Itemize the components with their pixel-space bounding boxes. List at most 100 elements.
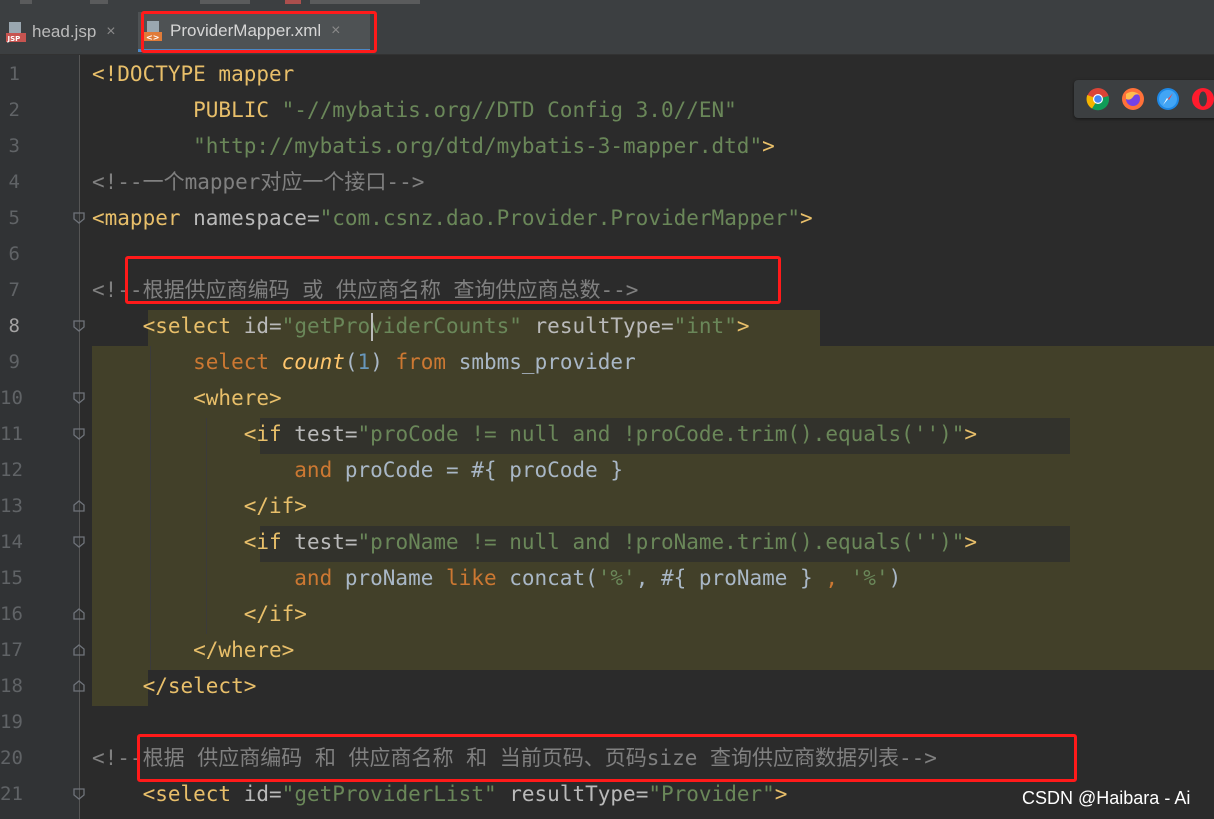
- code-token: <if: [92, 530, 295, 554]
- code-token: proCode = #{ proCode }: [332, 458, 624, 482]
- code-token: <where>: [92, 386, 282, 410]
- code-token: </select>: [92, 674, 257, 698]
- code-token: ): [888, 566, 902, 590]
- line-number: 1: [8, 63, 20, 85]
- code-token: "getProviderCounts": [281, 314, 522, 338]
- code-token: count: [281, 350, 345, 374]
- line-number: 20: [0, 747, 23, 769]
- line-number: 15: [0, 567, 23, 589]
- code-token: <if: [92, 422, 295, 446]
- annotation-box-comment: [125, 256, 781, 304]
- code-line-10: <where>: [92, 380, 282, 416]
- code-token: =: [635, 782, 649, 806]
- code-line-13: </if>: [92, 488, 307, 524]
- code-line-5: <mapper namespace="com.csnz.dao.Provider…: [92, 200, 813, 236]
- tab-label: head.jsp: [32, 22, 97, 41]
- code-line-16: </if>: [92, 596, 307, 632]
- fold-open-icon[interactable]: [72, 535, 86, 549]
- code-token: ,: [825, 566, 838, 590]
- code-token: >: [774, 782, 788, 806]
- code-token: >: [964, 422, 978, 446]
- code-token: <select: [92, 314, 244, 338]
- chrome-icon[interactable]: [1086, 87, 1110, 111]
- code-token: concat(: [496, 566, 598, 590]
- code-token: and: [92, 566, 333, 590]
- line-number: 9: [8, 351, 20, 373]
- code-token: >: [736, 314, 750, 338]
- code-token: "proCode != null and !proCode.trim().equ…: [357, 422, 965, 446]
- fold-open-icon[interactable]: [72, 391, 86, 405]
- code-token: smbms_provider: [446, 350, 636, 374]
- line-number: 11: [0, 423, 23, 445]
- close-icon[interactable]: ×: [106, 23, 115, 41]
- code-token: resultType: [496, 782, 636, 806]
- line-number-current: 8: [8, 315, 20, 337]
- line-number: 6: [8, 243, 20, 265]
- code-token: "-//mybatis.org//DTD Config 3.0//EN": [281, 98, 737, 122]
- code-token: (: [344, 350, 358, 374]
- code-token: =: [269, 782, 282, 806]
- line-number: 2: [8, 99, 20, 121]
- code-token: from: [395, 350, 447, 374]
- code-token: like: [446, 566, 497, 590]
- code-token: ): [370, 350, 396, 374]
- code-line-3: "http://mybatis.org/dtd/mybatis-3-mapper…: [92, 128, 775, 164]
- tab-head-jsp[interactable]: JSP head.jsp ×: [0, 12, 126, 52]
- opera-icon[interactable]: [1191, 87, 1214, 111]
- annotation-box-tab: [141, 11, 377, 53]
- line-number: 21: [0, 783, 23, 805]
- code-line-14: <if test="proName != null and !proName.t…: [92, 524, 977, 560]
- code-token: , #{ proName }: [635, 566, 826, 590]
- code-token: </where>: [92, 638, 295, 662]
- fold-open-icon[interactable]: [72, 319, 86, 333]
- code-token: PUBLIC: [92, 98, 282, 122]
- code-token: >: [762, 134, 775, 158]
- code-token: test: [294, 530, 345, 554]
- firefox-icon[interactable]: [1121, 87, 1145, 111]
- code-token: </if>: [92, 494, 307, 518]
- line-number: 18: [0, 675, 23, 697]
- jsp-file-icon: JSP: [6, 21, 26, 43]
- line-number: 14: [0, 531, 23, 553]
- code-token: "com.csnz.dao.Provider.ProviderMapper": [319, 206, 801, 230]
- code-token: and: [92, 458, 333, 482]
- code-token: 1: [357, 350, 371, 374]
- breadcrumb-strip: [0, 0, 1214, 10]
- fold-close-icon[interactable]: [72, 499, 86, 513]
- line-number: 17: [0, 639, 23, 661]
- watermark: CSDN @Haibara - Ai: [1022, 788, 1191, 808]
- code-line-11: <if test="proCode != null and !proCode.t…: [92, 416, 977, 452]
- line-number: 7: [8, 279, 20, 301]
- text-caret: [371, 313, 373, 341]
- annotation-box-comment: [137, 734, 1077, 782]
- line-number: 3: [8, 135, 20, 157]
- line-number: 13: [0, 495, 23, 517]
- code-token: select: [92, 350, 282, 374]
- fold-open-icon[interactable]: [72, 211, 86, 225]
- svg-text:JSP: JSP: [7, 35, 21, 43]
- code-editor[interactable]: 1 2 3 4 5 6 7 8 9 10 11 12 13 14 15 16 1…: [0, 55, 1214, 819]
- fold-close-icon[interactable]: [72, 607, 86, 621]
- code-line-2: PUBLIC "-//mybatis.org//DTD Config 3.0//…: [92, 92, 737, 128]
- code-line-17: </where>: [92, 632, 294, 668]
- line-number: 16: [0, 603, 23, 625]
- fold-open-icon[interactable]: [72, 427, 86, 441]
- code-token: </if>: [92, 602, 307, 626]
- code-token: "Provider": [648, 782, 775, 806]
- safari-icon[interactable]: [1156, 87, 1180, 111]
- code-line-9: select count(1) from smbms_provider: [92, 344, 636, 380]
- code-token: >: [800, 206, 813, 230]
- code-line-15: and proName like concat('%', #{ proName …: [92, 560, 901, 596]
- code-token: <select: [92, 782, 244, 806]
- fold-close-icon[interactable]: [72, 643, 86, 657]
- fold-open-icon[interactable]: [72, 787, 86, 801]
- code-token: <mapper: [92, 206, 194, 230]
- code-token: "getProviderList": [281, 782, 497, 806]
- fold-close-icon[interactable]: [72, 679, 86, 693]
- line-number: 10: [0, 387, 23, 409]
- code-token: =: [660, 314, 674, 338]
- line-number: 5: [8, 207, 20, 229]
- code-token: =: [269, 314, 282, 338]
- line-number: 19: [0, 711, 23, 733]
